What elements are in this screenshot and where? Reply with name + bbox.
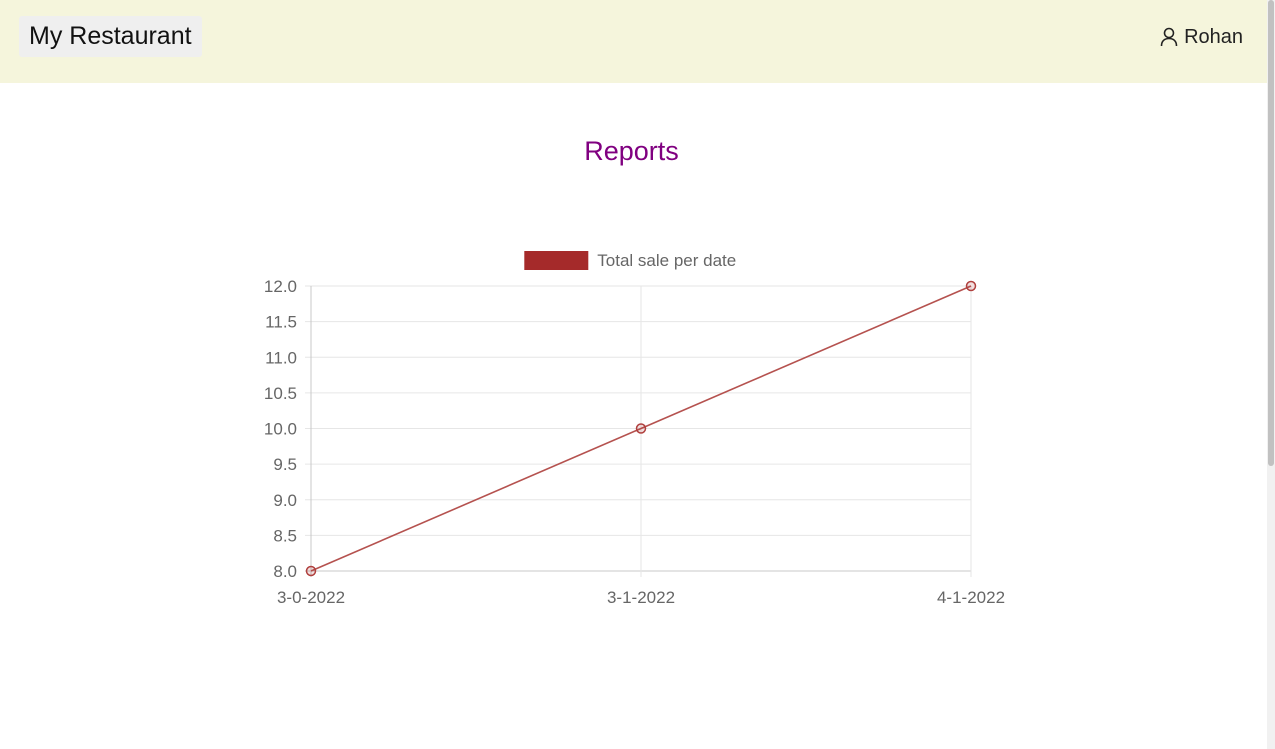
legend-label: Total sale per date [597,251,736,270]
y-tick-label: 11.0 [265,348,297,367]
y-tick-label: 8.0 [273,562,297,581]
y-tick-label: 10.0 [264,420,297,439]
page: My Restaurant Rohan Reports 8.0 8.5 9.0 9.5… [0,0,1275,749]
x-tick-label: 4-1-2022 [937,588,1005,607]
x-tick-label: 3-0-2022 [277,588,345,607]
y-tick-label: 9.0 [273,491,297,510]
scrollbar-thumb[interactable] [1268,0,1274,466]
y-tick-label: 12.0 [264,277,297,296]
data-point [305,565,317,577]
y-tick-label: 11.5 [265,313,297,332]
y-tick-label: 9.5 [273,455,297,474]
x-tick-label: 3-1-2022 [607,588,675,607]
data-point [965,280,977,292]
y-tick-label: 10.5 [264,384,297,403]
data-point [635,423,647,434]
sales-line-chart: 8.0 8.5 9.0 9.5 10.0 10.5 11.0 11.5 12.0 3-0-2022… [264,251,1005,607]
y-tick-label: 8.5 [273,526,297,545]
page-scrollbar[interactable] [1267,0,1275,749]
legend-swatch [524,251,589,270]
